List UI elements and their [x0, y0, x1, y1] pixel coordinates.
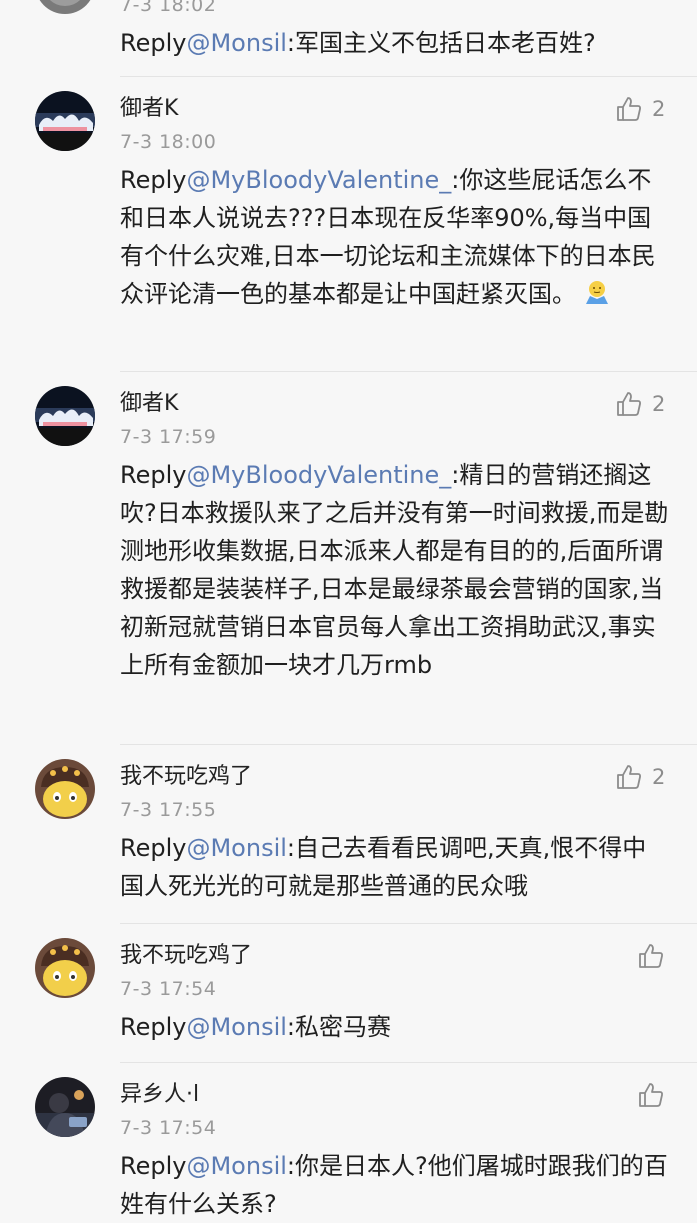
mention-link[interactable]: @Monsil: [186, 1152, 286, 1180]
comment-time: 7-3 17:54: [120, 1117, 217, 1139]
reply-prefix: Reply: [120, 1013, 187, 1041]
avatar[interactable]: [35, 1077, 95, 1137]
divider: [120, 76, 697, 77]
comment-text: Reply@MyBloodyValentine_:你这些屁话怎么不和日本人说说去…: [120, 161, 670, 313]
reply-prefix: Reply: [120, 461, 187, 489]
comment-body: :精日的营销还搁这吹?日本救援队来了之后并没有第一时间救援,而是勘测地形收集数据…: [120, 461, 669, 679]
comment-username[interactable]: 我不玩吃鸡了: [120, 762, 252, 792]
comment-body: :私密马赛: [286, 1013, 392, 1041]
like-count: 2: [652, 765, 666, 789]
comment-text: Reply@Monsil:私密马赛: [120, 1008, 670, 1046]
divider: [120, 923, 697, 924]
comment-text: Reply@MyBloodyValentine_:精日的营销还搁这吹?日本救援队…: [120, 456, 670, 684]
mention-link[interactable]: @Monsil: [186, 834, 286, 862]
avatar[interactable]: [35, 938, 95, 998]
mention-link[interactable]: @Monsil: [186, 29, 286, 57]
thumbs-up-icon: [617, 392, 641, 416]
divider: [120, 371, 697, 372]
avatar[interactable]: [35, 759, 95, 819]
mention-link[interactable]: @MyBloodyValentine_: [186, 461, 451, 489]
divider: [120, 744, 697, 745]
comment-time: 7-3 17:55: [120, 799, 217, 821]
avatar[interactable]: [35, 0, 95, 14]
avatar[interactable]: [35, 386, 95, 446]
reply-prefix: Reply: [120, 29, 187, 57]
like-button[interactable]: 2: [616, 94, 665, 124]
like-button[interactable]: [638, 1080, 664, 1110]
reply-prefix: Reply: [120, 834, 187, 862]
comment-username[interactable]: 御者K: [120, 94, 178, 124]
like-count: 2: [652, 97, 666, 121]
divider: [120, 1062, 697, 1063]
comment-body: :军国主义不包括日本老百姓?: [286, 29, 596, 57]
thumbs-up-icon: [617, 765, 641, 789]
thumbs-up-icon: [639, 1083, 663, 1107]
comment-username[interactable]: 御者K: [120, 389, 178, 419]
thumbs-up-icon: [617, 97, 641, 121]
thumbs-up-icon: [639, 944, 663, 968]
comment-username[interactable]: 我不玩吃鸡了: [120, 941, 252, 971]
reply-prefix: Reply: [120, 1152, 187, 1180]
comment-time: 7-3 18:02: [120, 0, 217, 16]
comment-text: Reply@Monsil:军国主义不包括日本老百姓?: [120, 24, 670, 62]
comment-time: 7-3 18:00: [120, 131, 217, 153]
like-button[interactable]: 2: [616, 762, 665, 792]
like-button[interactable]: [638, 941, 664, 971]
comment-text: Reply@Monsil:自己去看看民调吧,天真,恨不得中国人死光光的可就是那些…: [120, 829, 670, 905]
comment-time: 7-3 17:54: [120, 978, 217, 1000]
mention-link[interactable]: @MyBloodyValentine_: [186, 166, 451, 194]
like-count: 2: [652, 392, 666, 416]
shrug-emoji: [584, 279, 610, 305]
comment-text: Reply@Monsil:你是日本人?他们屠城时跟我们的百姓有什么关系?: [120, 1147, 670, 1223]
reply-prefix: Reply: [120, 166, 187, 194]
mention-link[interactable]: @Monsil: [186, 1013, 286, 1041]
comment-username[interactable]: 异乡人·l: [120, 1080, 199, 1110]
comment-time: 7-3 17:59: [120, 426, 217, 448]
avatar[interactable]: [35, 91, 95, 151]
like-button[interactable]: 2: [616, 389, 665, 419]
